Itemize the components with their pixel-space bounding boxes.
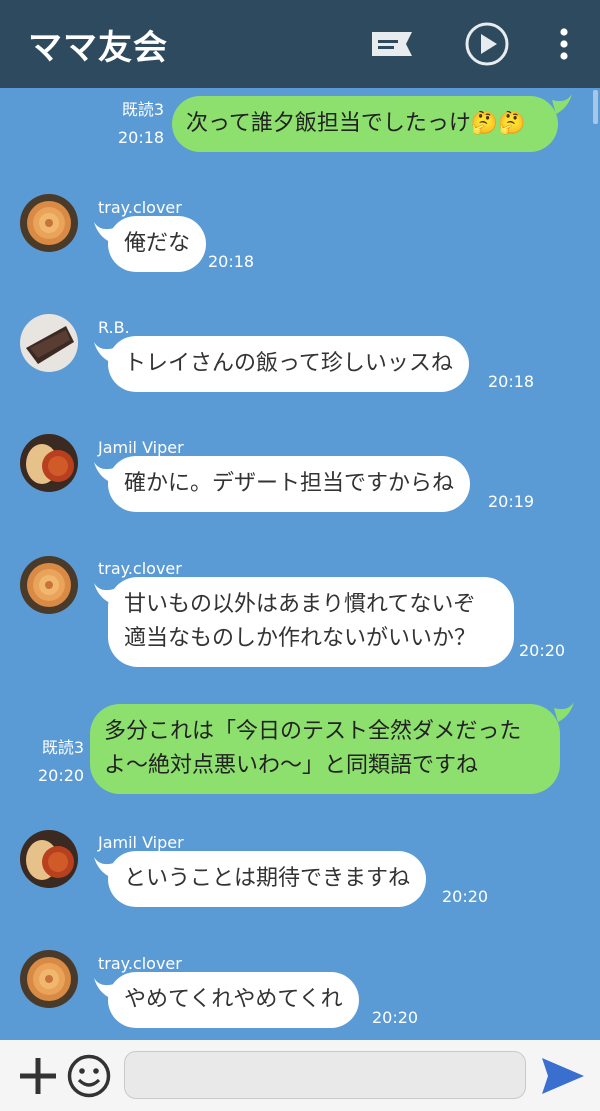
sender-name: Jamil Viper (98, 438, 184, 457)
message-time: 20:18 (208, 252, 255, 271)
avatar[interactable] (20, 556, 78, 614)
message-bubble-incoming[interactable]: ということは期待できますね (108, 851, 427, 907)
message-time: 20:19 (488, 492, 535, 511)
avatar[interactable] (20, 194, 78, 252)
chat-area[interactable]: 既読3 20:18 次って誰夕飯担当でしたっけ🤔🤔 tray.clover 俺だ… (0, 88, 600, 1040)
bubble-tail (552, 94, 572, 114)
message-bubble-incoming[interactable]: やめてくれやめてくれ (108, 972, 359, 1028)
emoji-icon[interactable] (66, 1053, 112, 1103)
message-bubble-incoming[interactable]: 確かに。デザート担当ですからね (108, 456, 471, 512)
note-icon[interactable] (368, 0, 416, 88)
sender-name: tray.clover (98, 559, 182, 578)
message-bubble-incoming[interactable]: 俺だな (108, 216, 207, 272)
read-receipt: 既読3 20:20 (38, 738, 85, 785)
message-time: 20:18 (488, 372, 535, 391)
scrollbar[interactable] (593, 90, 598, 124)
bubble-tail (554, 702, 574, 722)
sender-name: tray.clover (98, 198, 182, 217)
message-bubble-incoming[interactable]: 甘いもの以外はあまり慣れてないぞ 適当なものしか作れないがいいか？ (108, 577, 514, 667)
message-time: 20:20 (442, 887, 489, 906)
avatar[interactable] (20, 314, 78, 372)
sender-name: Jamil Viper (98, 833, 184, 852)
plus-icon[interactable] (16, 1054, 60, 1102)
play-icon[interactable] (464, 0, 510, 88)
message-time: 20:20 (372, 1008, 419, 1027)
sender-name: tray.clover (98, 954, 182, 973)
message-bubble-incoming[interactable]: トレイさんの飯って珍しいッスね (108, 336, 469, 392)
message-time: 20:20 (519, 641, 566, 660)
message-bubble-outgoing[interactable]: 多分これは「今日のテスト全然ダメだった よ〜絶対点悪いわ〜」と同類語ですね (90, 704, 560, 794)
avatar[interactable] (20, 950, 78, 1008)
read-receipt: 既読3 20:18 (118, 100, 165, 147)
more-vert-icon[interactable] (556, 0, 572, 88)
send-icon[interactable] (540, 1056, 586, 1100)
chat-title: ママ友会 (28, 28, 168, 68)
avatar[interactable] (20, 434, 78, 492)
message-bubble-outgoing[interactable]: 次って誰夕飯担当でしたっけ🤔🤔 (172, 96, 558, 152)
sender-name: R.B. (98, 318, 130, 337)
avatar[interactable] (20, 830, 78, 888)
message-input[interactable] (124, 1051, 526, 1099)
chat-header: ママ友会 (0, 0, 600, 88)
composer-bar (0, 1040, 600, 1111)
